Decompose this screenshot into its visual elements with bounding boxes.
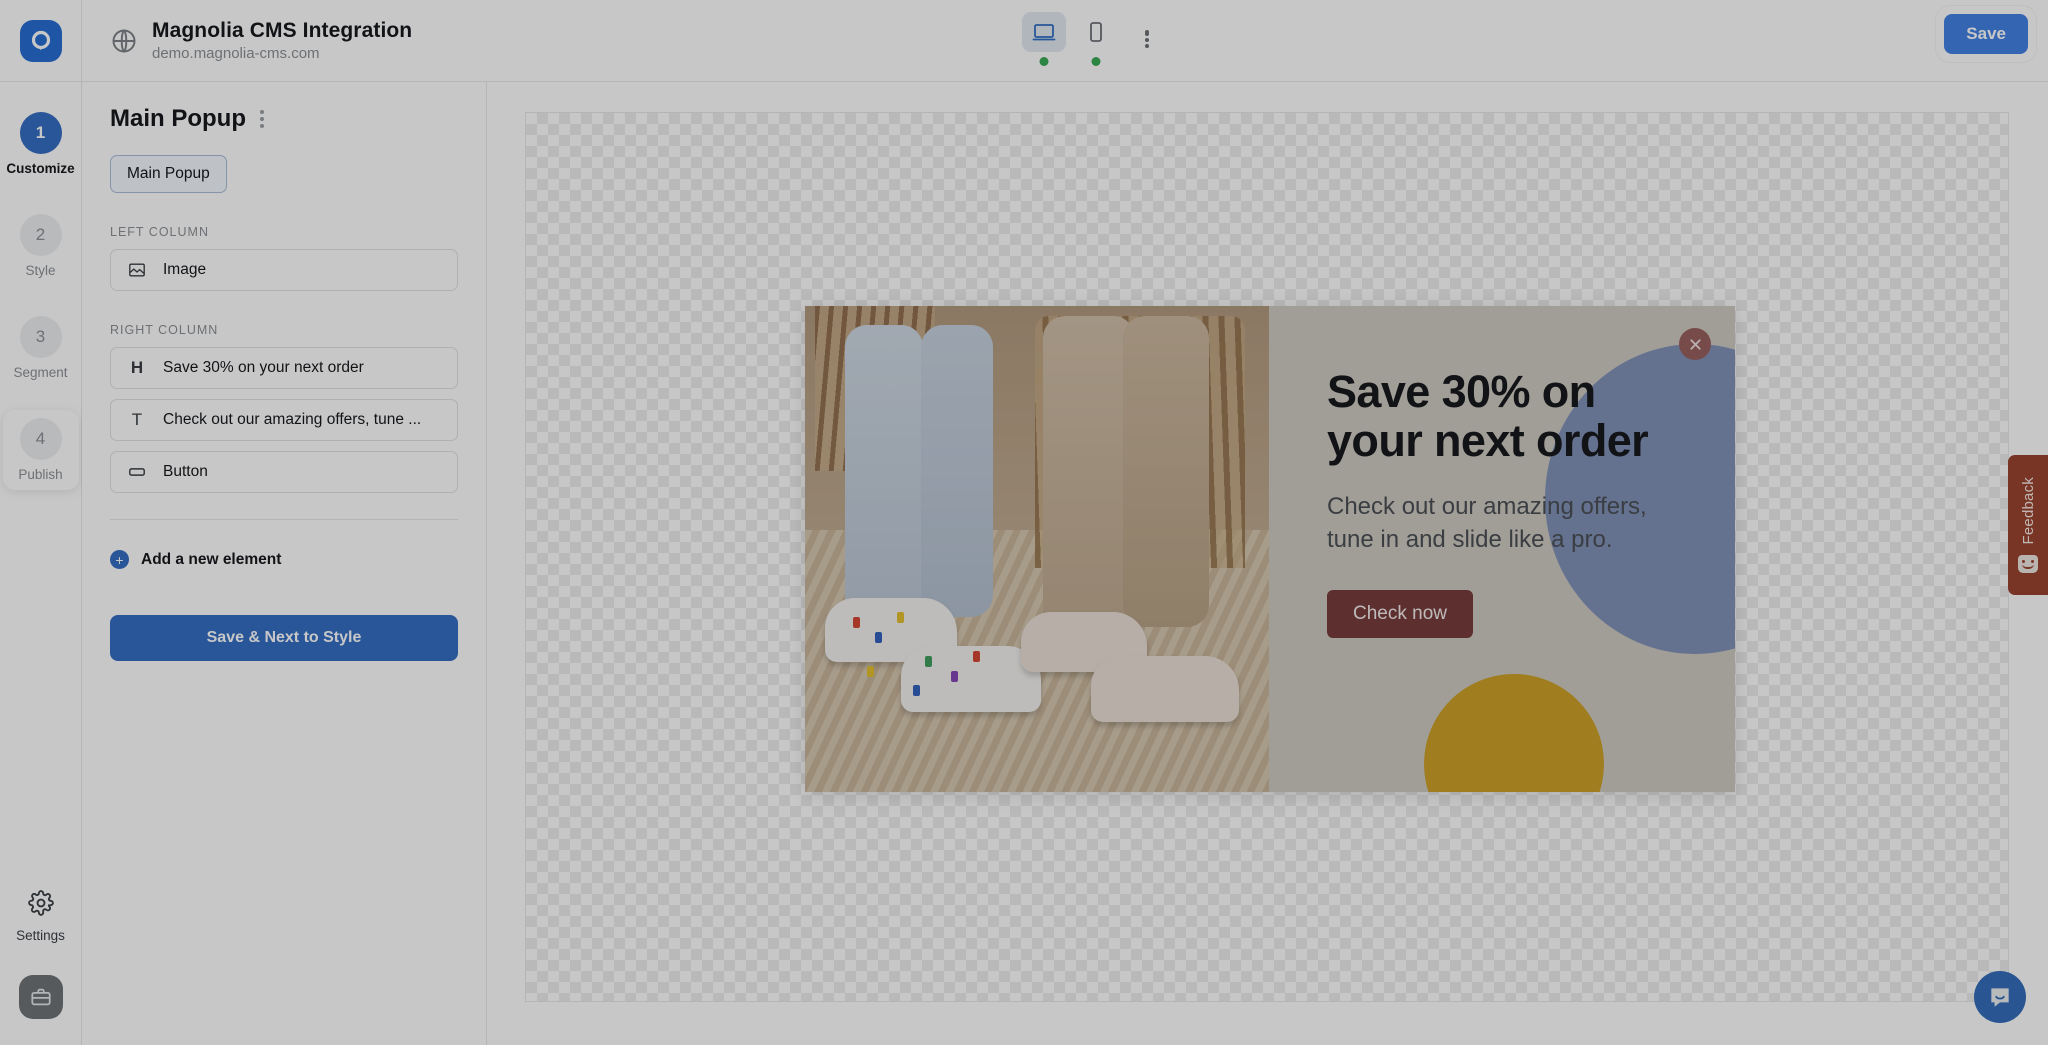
save-and-next-button[interactable]: Save & Next to Style — [110, 615, 458, 661]
save-button-highlight: Save — [1936, 6, 2036, 62]
top-bar: Magnolia CMS Integration demo.magnolia-c… — [0, 0, 2048, 82]
element-row-text[interactable]: T Check out our amazing offers, tune ... — [110, 399, 458, 441]
popup-preview[interactable]: Save 30% on your next order Check out ou… — [805, 306, 1735, 792]
panel-kebab-menu-icon[interactable] — [256, 104, 268, 133]
popup-heading: Save 30% on your next order — [1327, 366, 1649, 466]
panel-divider — [110, 519, 458, 520]
canvas-checkerboard: Save 30% on your next order Check out ou… — [525, 112, 2009, 1002]
step-label: Customize — [6, 161, 75, 176]
site-url: demo.magnolia-cms.com — [152, 45, 320, 62]
unbounce-logo-icon[interactable] — [19, 19, 62, 62]
section-label-left-column: LEFT COLUMN — [110, 225, 209, 239]
gear-icon — [27, 890, 54, 921]
popup-content: Save 30% on your next order Check out ou… — [1269, 306, 1735, 792]
save-button[interactable]: Save — [1944, 14, 2028, 54]
sidebar-step-style[interactable]: 2 Style — [3, 206, 79, 286]
step-number: 4 — [19, 418, 62, 460]
globe-icon — [110, 27, 138, 55]
panel-header: Main Popup + — [110, 91, 513, 135]
chat-bubble-icon[interactable] — [1974, 971, 2026, 1023]
text-icon: T — [131, 410, 143, 429]
element-label: Save 30% on your next order — [163, 359, 364, 376]
close-icon[interactable] — [1679, 328, 1711, 360]
section-label-right-column: RIGHT COLUMN — [110, 323, 219, 337]
sneakers-photo — [805, 306, 1269, 792]
sidebar-step-segment[interactable]: 3 Segment — [3, 308, 79, 388]
element-row-button[interactable]: Button — [110, 451, 458, 493]
device-toggle-group — [1022, 12, 1164, 66]
element-row-heading[interactable]: H Save 30% on your next order — [110, 347, 458, 389]
decorative-gold-circle — [1424, 674, 1604, 792]
settings-label: Settings — [16, 928, 65, 943]
smiley-face-icon — [2018, 554, 2038, 573]
page-title: Magnolia CMS Integration — [152, 19, 413, 42]
element-label: Check out our amazing offers, tune ... — [163, 411, 422, 428]
heading-icon: H — [130, 358, 144, 377]
sidebar-step-customize[interactable]: 1 Customize — [3, 104, 79, 184]
element-row-image[interactable]: Image — [110, 249, 458, 291]
panel-title: Main Popup — [110, 104, 246, 132]
preview-canvas: Save 30% on your next order Check out ou… — [487, 82, 2048, 1045]
sidebar-item-settings[interactable]: Settings — [16, 890, 65, 943]
step-number: 2 — [19, 214, 62, 256]
customize-panel: Main Popup + Main Popup LEFT COLUMN — [82, 82, 513, 1045]
popup-image[interactable] — [805, 306, 1269, 792]
site-info[interactable]: Magnolia CMS Integration demo.magnolia-c… — [110, 19, 412, 62]
image-icon — [127, 261, 147, 279]
step-rail: 1 Customize 2 Style 3 Segment 4 Publish — [0, 82, 82, 1045]
step-number: 1 — [19, 112, 62, 154]
sidebar-step-publish[interactable]: 4 Publish — [2, 410, 79, 490]
mobile-status-dot — [1091, 57, 1101, 66]
step-label: Segment — [13, 365, 68, 380]
kebab-menu-icon[interactable] — [1130, 12, 1164, 52]
popup-cta-button[interactable]: Check now — [1327, 589, 1473, 638]
element-label: Image — [163, 261, 207, 278]
desktop-status-dot — [1039, 57, 1049, 66]
feedback-label: Feedback — [2019, 477, 2037, 545]
plus-circle-icon: + — [110, 550, 129, 569]
brand-slot — [0, 0, 82, 82]
add-new-element-button[interactable]: + Add a new element — [110, 550, 458, 569]
popup-paragraph: Check out our amazing offers, tune in an… — [1327, 493, 1647, 553]
button-icon — [127, 463, 147, 481]
step-label: Style — [25, 263, 56, 278]
device-mobile-button[interactable] — [1074, 12, 1118, 66]
feedback-tab[interactable]: Feedback — [2008, 455, 2048, 595]
step-number: 3 — [19, 316, 62, 358]
step-label: Publish — [18, 467, 63, 482]
popup-tab-main[interactable]: Main Popup — [110, 155, 227, 193]
element-label: Button — [163, 463, 208, 480]
device-desktop-button[interactable] — [1022, 12, 1066, 66]
rail-bottom: Settings — [16, 890, 65, 1045]
add-new-element-label: Add a new element — [141, 550, 282, 568]
app-root: Magnolia CMS Integration demo.magnolia-c… — [0, 0, 2048, 1045]
briefcase-icon[interactable] — [18, 975, 63, 1019]
